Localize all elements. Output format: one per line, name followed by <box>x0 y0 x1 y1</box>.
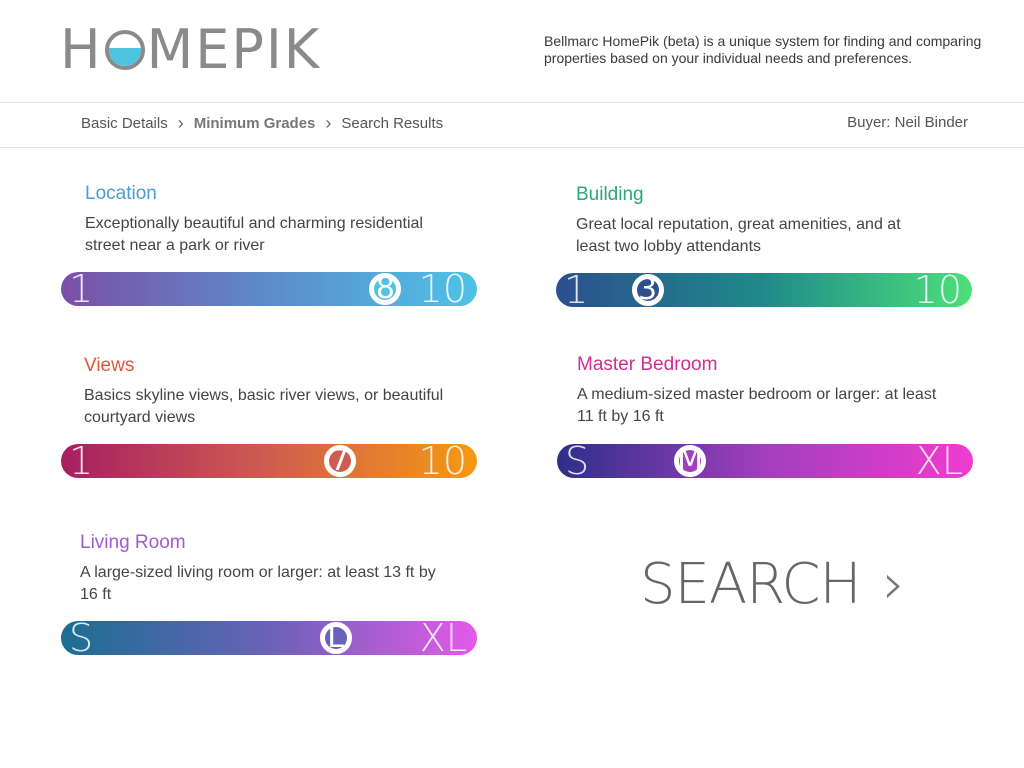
breadcrumb-search-results[interactable]: Search Results <box>341 115 443 132</box>
criterion-master-bedroom: Master Bedroom A medium-sized master bed… <box>577 354 997 428</box>
logo-water-o-icon <box>104 30 145 70</box>
logo-text-mepik: MEPIK <box>146 18 322 81</box>
header-divider <box>0 102 1024 103</box>
slider-min-label: S <box>69 616 94 660</box>
breadcrumb-divider <box>0 147 1024 148</box>
slider-min-label: 1 <box>564 268 589 312</box>
buyer-name: Buyer: Neil Binder <box>847 114 968 131</box>
homepik-page: H MEPIK Bellmarc HomePik (beta) is a uni… <box>0 0 1024 768</box>
slider-knob[interactable]: 7 <box>323 443 356 478</box>
slider-min-label: S <box>565 439 590 483</box>
living-room-size-slider[interactable]: S XL L <box>61 616 477 660</box>
criterion-views: Views Basics skyline views, basic river … <box>84 355 504 429</box>
slider-knob[interactable]: L <box>319 620 352 655</box>
chevron-right-icon: › <box>177 113 184 133</box>
criterion-description: Basics skyline views, basic river views,… <box>84 387 444 426</box>
slider-value: 8 <box>375 271 396 306</box>
tagline: Bellmarc HomePik (beta) is a unique syst… <box>544 33 982 66</box>
master-bedroom-size-slider[interactable]: S XL M <box>557 439 973 483</box>
criterion-description: Exceptionally beautiful and charming res… <box>85 215 423 254</box>
search-button[interactable]: SEARCH › <box>640 552 905 617</box>
building-grade-slider[interactable]: 1 10 3 <box>556 268 972 312</box>
criterion-location: Location Exceptionally beautiful and cha… <box>85 183 505 257</box>
slider-knob[interactable]: 8 <box>369 271 402 306</box>
criterion-title: Location <box>85 183 157 204</box>
slider-min-label: 1 <box>69 267 94 311</box>
slider-max-label: 10 <box>418 267 467 311</box>
criterion-description: A medium-sized master bedroom or larger:… <box>577 386 937 425</box>
criterion-title: Building <box>576 184 644 205</box>
chevron-right-icon: › <box>882 552 905 617</box>
views-grade-slider[interactable]: 1 10 7 <box>61 439 477 483</box>
breadcrumb: Basic Details › Minimum Grades › Search … <box>81 114 443 132</box>
slider-knob[interactable]: M <box>674 443 707 478</box>
breadcrumb-basic-details[interactable]: Basic Details <box>81 115 168 132</box>
criterion-living-room: Living Room A large-sized living room or… <box>80 532 500 606</box>
criterion-title: Views <box>84 355 135 376</box>
criterion-description: A large-sized living room or larger: at … <box>80 564 436 603</box>
slider-min-label: 1 <box>69 439 94 483</box>
slider-knob[interactable]: 3 <box>631 272 664 307</box>
slider-value: L <box>327 620 344 655</box>
slider-max-label: 10 <box>913 268 962 312</box>
logo-text-h: H <box>60 18 103 81</box>
criterion-title: Living Room <box>80 532 186 553</box>
slider-value: M <box>677 443 704 478</box>
homepik-logo[interactable]: H MEPIK <box>60 20 321 80</box>
slider-max-label: XL <box>915 439 963 483</box>
criterion-description: Great local reputation, great amenities,… <box>576 216 901 255</box>
criterion-building: Building Great local reputation, great a… <box>576 184 996 258</box>
chevron-right-icon: › <box>325 113 332 133</box>
slider-max-label: XL <box>419 616 467 660</box>
slider-max-label: 10 <box>418 439 467 483</box>
search-label: SEARCH <box>640 552 862 617</box>
slider-value: 7 <box>330 443 350 478</box>
breadcrumb-minimum-grades[interactable]: Minimum Grades <box>194 115 316 132</box>
location-grade-slider[interactable]: 1 10 8 <box>61 267 477 311</box>
criterion-title: Master Bedroom <box>577 354 718 375</box>
slider-value: 3 <box>637 272 658 307</box>
